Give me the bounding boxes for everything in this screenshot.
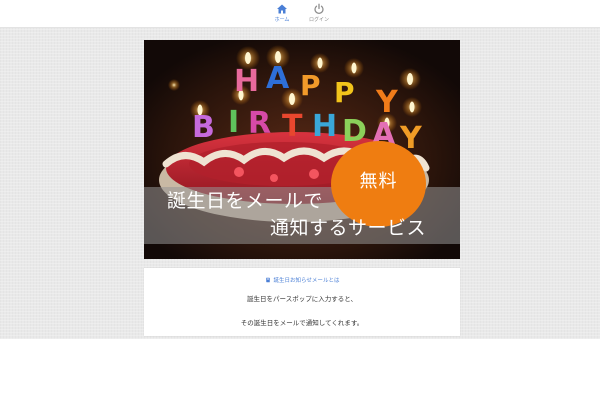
info-card: 誕生日お知らせメールとは 誕生日をパースポップに入力すると、 その誕生日をメール… xyxy=(144,268,460,336)
hero-headline-line1: 誕生日をメールで xyxy=(167,190,324,212)
info-description-line2: その誕生日をメールで通知してくれます。 xyxy=(240,319,364,327)
hero-banner: H A P P Y B I R T H D A Y 無料 誕生日をメールで 通知… xyxy=(144,40,460,259)
candle-letter: P xyxy=(300,69,321,102)
info-heading-text: 誕生日お知らせメールとは xyxy=(273,277,340,284)
candle-letter: A xyxy=(266,61,290,96)
candle-letter: T xyxy=(282,109,303,144)
candle-letter: Y xyxy=(375,85,399,120)
candle-letter: H xyxy=(234,64,259,99)
candle-letter: R xyxy=(248,106,271,141)
power-icon xyxy=(314,3,324,15)
nav-home-label: ホーム xyxy=(274,17,290,23)
free-badge-label: 無料 xyxy=(359,171,398,192)
nav-login-button[interactable]: ログイン xyxy=(301,3,337,25)
candle-letter: B xyxy=(192,110,215,145)
free-badge: 無料 xyxy=(331,141,426,227)
book-icon xyxy=(265,277,270,282)
nav-home-button[interactable]: ホーム xyxy=(264,3,300,25)
info-description-line1: 誕生日をパースポップに入力すると、 xyxy=(247,295,357,303)
home-icon xyxy=(277,4,287,14)
nav-login-label: ログイン xyxy=(308,17,329,23)
candle-letter: P xyxy=(334,76,355,109)
top-navigation-bar: ホーム ログイン xyxy=(0,0,600,28)
candle-letter: H xyxy=(312,109,337,144)
candle-letter: I xyxy=(228,105,239,140)
info-heading: 誕生日お知らせメールとは xyxy=(144,275,460,284)
hero-headline-line2: 通知するサービス xyxy=(270,217,427,239)
